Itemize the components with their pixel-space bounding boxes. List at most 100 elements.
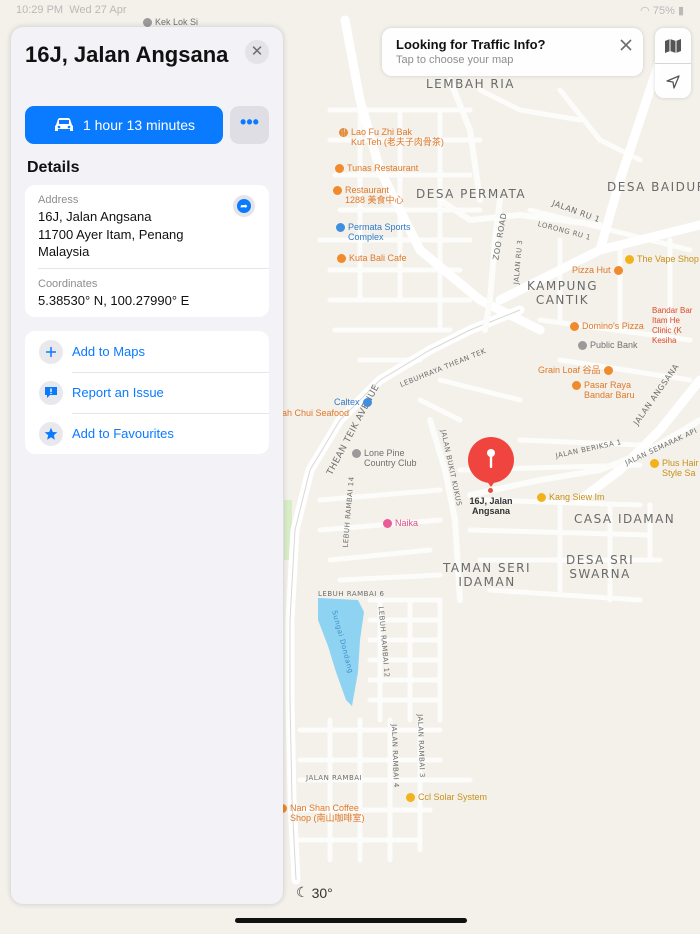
location-pin-icon[interactable]: [466, 437, 516, 487]
bakery-icon: [603, 366, 613, 375]
poi-naika[interactable]: Naika: [383, 518, 418, 528]
poi-vape-shop[interactable]: The Vape Shop: [625, 254, 699, 264]
close-icon[interactable]: [619, 38, 633, 52]
report-issue-button[interactable]: Report an Issue: [25, 372, 269, 413]
poi-dominos[interactable]: Domino's Pizza: [570, 321, 644, 331]
poi-kuta-bali[interactable]: Kuta Bali Cafe: [337, 253, 407, 263]
restaurant-icon: [570, 322, 579, 331]
poi-label: Caltex: [334, 397, 360, 407]
restaurant-icon: [335, 164, 344, 173]
shop-icon: [572, 381, 581, 390]
poi-kek-lok-si[interactable]: Kek Lok Si: [143, 17, 198, 27]
poi-label: ah Chui Seafood: [282, 408, 350, 418]
poi-restaurant-1288[interactable]: Restaurant 1288 美食中心: [333, 185, 404, 205]
wifi-icon: ◠: [640, 5, 650, 17]
poi-label: The Vape Shop: [637, 254, 699, 264]
poi-label: Domino's Pizza: [582, 321, 644, 331]
close-icon: ✕: [250, 43, 264, 60]
poi-public-bank[interactable]: Public Bank: [578, 340, 638, 350]
address-card: Address 16J, Jalan Angsana 11700 Ayer It…: [25, 185, 269, 317]
battery-icon: ▮: [677, 5, 684, 17]
address-value[interactable]: 16J, Jalan Angsana 11700 Ayer Itam, Pena…: [38, 208, 184, 261]
poi-label: Grain Loaf 谷品: [538, 365, 601, 375]
poi-ccl-solar[interactable]: Ccl Solar System: [406, 792, 487, 802]
map-controls: [655, 28, 691, 98]
car-icon: [54, 118, 73, 131]
poi-label: Plus Hair Style Sa: [662, 458, 699, 478]
shop-icon: [537, 493, 546, 502]
poi-permata-sports[interactable]: Permata Sports Complex: [336, 222, 411, 242]
poi-plus-hair[interactable]: Plus Hair Style Sa: [650, 458, 699, 478]
coordinates-value[interactable]: 5.38530° N, 100.27990° E: [38, 292, 189, 310]
home-indicator[interactable]: [235, 918, 467, 923]
area-label: DESA PERMATA: [416, 187, 527, 201]
poi-pasar-raya[interactable]: Pasar Raya Bandar Baru: [572, 380, 635, 400]
action-label: Add to Maps: [72, 344, 145, 359]
place-title: 16J, Jalan Angsana: [25, 42, 229, 67]
area-label: DESA SRI SWARNA: [566, 553, 635, 581]
traffic-title: Looking for Traffic Info?: [396, 37, 546, 52]
poi-label: Ccl Solar System: [418, 792, 488, 802]
poi-label: Kek Lok Si: [155, 17, 199, 27]
area-label: LEMBAH RIA: [426, 77, 515, 91]
area-label: DESA BAIDURI: [607, 180, 700, 194]
divider: [38, 268, 269, 269]
map-icon: [665, 38, 681, 53]
poi-label: Kang Siew Im: [549, 492, 605, 502]
poi-label: Nan Shan Coffee Shop (南山咖啡室): [290, 803, 365, 823]
details-heading: Details: [27, 159, 80, 176]
poi-label: Bandar Bar Itam He Clinic (K Kesiha: [652, 306, 693, 345]
current-location-button[interactable]: [655, 64, 691, 99]
poi-kang-siew-im[interactable]: Kang Siew Im: [537, 492, 605, 502]
more-options-button[interactable]: •••: [230, 106, 269, 144]
poi-label: Pizza Hut: [572, 265, 611, 275]
poi-label: Public Bank: [590, 340, 638, 350]
report-icon: [39, 380, 63, 405]
poi-grain-loaf[interactable]: Grain Loaf 谷品: [538, 365, 613, 375]
poi-label: Restaurant 1288 美食中心: [345, 185, 404, 205]
add-to-favourites-button[interactable]: Add to Favourites: [25, 413, 269, 454]
star-icon: [39, 421, 63, 446]
poi-lone-pine[interactable]: Lone Pine Country Club: [352, 448, 417, 468]
restaurant-icon: [337, 254, 346, 263]
traffic-info-banner[interactable]: Looking for Traffic Info? Tap to choose …: [382, 28, 643, 76]
poi-lao-fu-zhi[interactable]: 🍴 Lao Fu Zhi Bak Kut Teh (老夫子肉骨茶): [339, 127, 444, 147]
coordinates-label: Coordinates: [38, 278, 98, 290]
add-to-maps-button[interactable]: Add to Maps: [25, 331, 269, 372]
restaurant-icon: [613, 266, 623, 275]
poi-label: Lone Pine Country Club: [364, 448, 417, 468]
poi-tunas-restaurant[interactable]: Tunas Restaurant: [335, 163, 418, 173]
close-button[interactable]: ✕: [245, 40, 269, 64]
golf-icon: [352, 449, 361, 458]
address-label: Address: [38, 194, 79, 206]
shop-icon: [625, 255, 634, 264]
poi-ah-chui-seafood[interactable]: ah Chui Seafood: [282, 408, 349, 418]
poi-label: Permata Sports Complex: [348, 222, 411, 242]
poi-label: Naika: [395, 518, 419, 528]
traffic-subtitle: Tap to choose your map: [396, 54, 514, 66]
salon-icon: [650, 459, 659, 468]
weather-indicator: ☾ 30°: [296, 884, 333, 901]
actions-card: Add to Maps Report an Issue Add to Favou…: [25, 331, 269, 454]
status-time: 10:29 PM Wed 27 Apr: [16, 4, 127, 16]
poi-clinic[interactable]: Bandar Bar Itam He Clinic (K Kesiha: [652, 306, 692, 346]
shop-icon: [406, 793, 415, 802]
pin-label: 16J, Jalan Angsana: [469, 496, 513, 516]
share-address-button[interactable]: ➦: [233, 195, 255, 217]
sports-icon: [336, 223, 345, 232]
map-mode-button[interactable]: [655, 28, 691, 63]
poi-icon: [143, 18, 152, 27]
area-label: TAMAN SERI IDAMAN: [443, 561, 532, 589]
moon-icon: ☾: [296, 884, 309, 900]
area-label: KAMPUNG CANTIK: [527, 279, 599, 307]
directions-button[interactable]: 1 hour 13 minutes: [25, 106, 223, 144]
poi-nan-shan[interactable]: Nan Shan Coffee Shop (南山咖啡室): [278, 803, 365, 823]
poi-pizza-hut[interactable]: Pizza Hut: [572, 265, 623, 275]
restaurant-icon: 🍴: [339, 128, 348, 137]
share-icon: ➦: [237, 199, 251, 213]
shop-icon: [383, 519, 392, 528]
restaurant-icon: [333, 186, 342, 195]
poi-caltex[interactable]: Caltex: [334, 397, 372, 407]
poi-label: Lao Fu Zhi Bak Kut Teh (老夫子肉骨茶): [351, 127, 444, 147]
area-label: CASA IDAMAN: [574, 512, 676, 526]
